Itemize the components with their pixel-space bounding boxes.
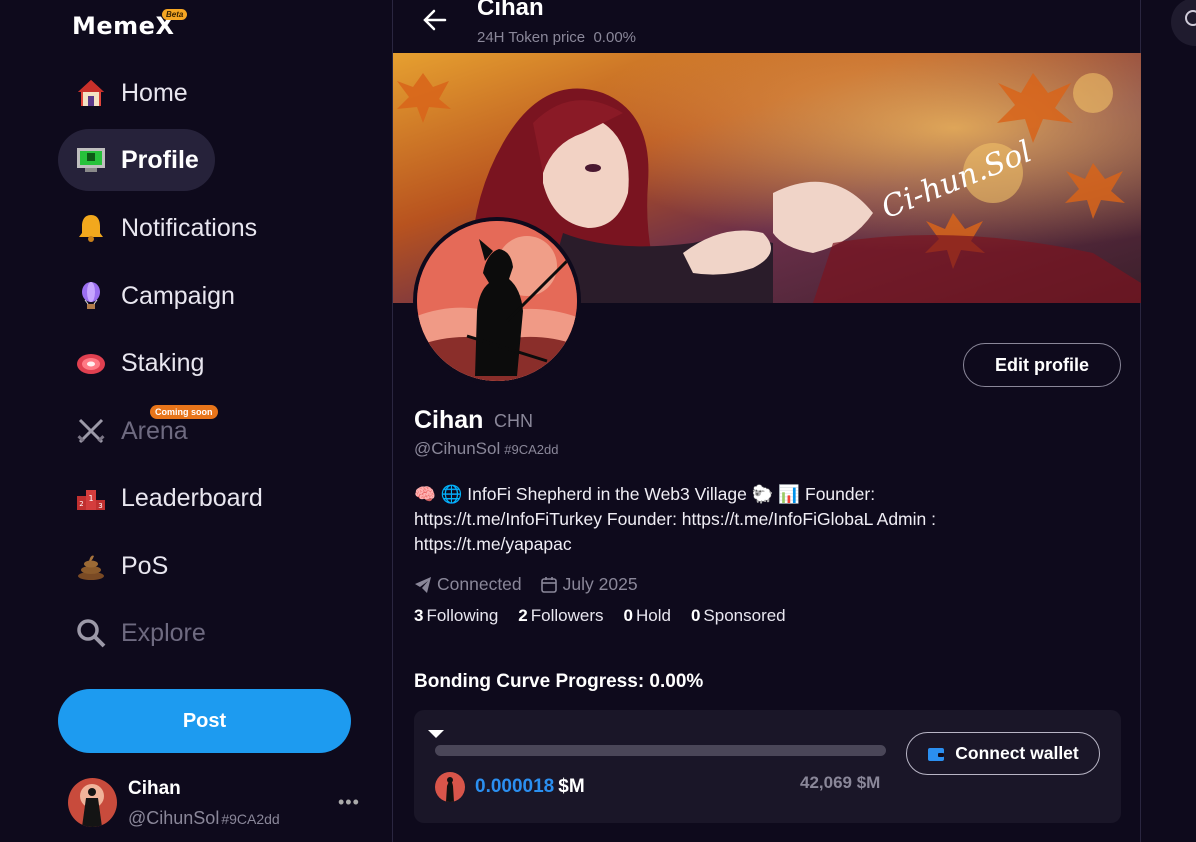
svg-text:2: 2 <box>79 500 83 508</box>
profile-name: Cihan <box>414 406 484 434</box>
sidebar-item-label: Profile <box>121 145 199 174</box>
page-title: Cihan <box>477 0 544 21</box>
sidebar-item-notifications[interactable]: Notifications <box>58 197 273 259</box>
pixel-monitor-icon <box>74 143 108 177</box>
post-button[interactable]: Post <box>58 689 351 753</box>
house-icon <box>74 76 108 110</box>
sidebar-item-pos[interactable]: PoS <box>58 535 184 597</box>
profile-hash: #9CA2dd <box>504 442 559 457</box>
profile-ticker: CHN <box>494 411 533 431</box>
account-switcher[interactable]: Cihan @CihunSol #9CA2dd ••• <box>68 778 368 830</box>
app-root: MemeX Beta Home Profile Notifications Ca… <box>0 0 1196 842</box>
profile-column: Cihan 24H Token price 0.00% Ci-hun.Sol E… <box>392 0 1141 842</box>
svg-text:3: 3 <box>98 502 102 510</box>
following-link[interactable]: 3 Following <box>414 606 498 626</box>
wallet-icon <box>928 747 945 761</box>
bonding-curve-title: Bonding Curve Progress: 0.00% <box>414 671 704 692</box>
calendar-icon <box>540 576 557 593</box>
profile-meta: Connected July 2025 <box>414 574 656 595</box>
more-icon[interactable]: ••• <box>338 792 360 813</box>
profile-stats: 3 Following 2 Followers 0 Hold 0 Sponsored <box>414 606 806 626</box>
telegram-icon <box>415 576 431 593</box>
back-arrow-icon[interactable] <box>421 6 449 34</box>
search-button[interactable] <box>1171 0 1196 46</box>
search-icon <box>1185 10 1196 26</box>
crossed-swords-icon <box>74 414 108 448</box>
podium-icon: 12 3 <box>74 481 108 515</box>
connect-wallet-button[interactable]: Connect wallet <box>906 732 1100 775</box>
svg-text:1: 1 <box>88 494 93 503</box>
account-handle: @CihunSol #9CA2dd <box>128 808 280 828</box>
sidebar-item-label: Leaderboard <box>121 483 263 512</box>
sidebar-item-explore[interactable]: Explore <box>58 602 222 664</box>
sidebar-item-label: Campaign <box>121 281 235 310</box>
sponsored-link[interactable]: 0 Sponsored <box>691 606 786 626</box>
sidebar: MemeX Beta Home Profile Notifications Ca… <box>0 0 392 842</box>
profile-bio: 🧠 🌐 InfoFi Shepherd in the Web3 Village … <box>414 484 936 554</box>
poop-icon <box>74 549 108 583</box>
sidebar-item-profile[interactable]: Profile <box>58 129 215 191</box>
profile-handle: @CihunSol #9CA2dd <box>414 439 559 458</box>
token-price: 24H Token price 0.00% <box>477 29 637 46</box>
caret-down-icon[interactable] <box>428 730 444 738</box>
sidebar-item-label: PoS <box>121 551 169 580</box>
meat-icon <box>74 346 108 380</box>
followers-link[interactable]: 2 Followers <box>518 606 603 626</box>
profile-avatar[interactable] <box>413 217 581 385</box>
join-date: July 2025 <box>540 574 638 595</box>
hold-link[interactable]: 0 Hold <box>624 606 671 626</box>
market-cap-value: 0.000018 $M <box>475 776 585 797</box>
balloon-icon <box>74 279 108 313</box>
sidebar-item-label: Notifications <box>121 213 258 242</box>
sidebar-item-leaderboard[interactable]: 12 3 Leaderboard <box>58 467 279 529</box>
telegram-status[interactable]: Connected <box>414 574 522 595</box>
sidebar-item-campaign[interactable]: Campaign <box>58 265 251 327</box>
bell-icon <box>74 211 108 245</box>
sidebar-item-home[interactable]: Home <box>58 62 204 124</box>
magnifier-icon <box>74 616 108 650</box>
coming-soon-badge: Coming soon <box>150 405 218 419</box>
sidebar-item-label: Arena <box>121 416 188 445</box>
bonding-curve-card: 0.000018 $M 42,069 $M Connect wallet <box>414 710 1121 823</box>
profile-header: Cihan 24H Token price 0.00% <box>393 0 1141 53</box>
sidebar-item-label: Home <box>121 78 188 107</box>
market-cap-target: 42,069 $M <box>800 773 881 792</box>
memex-logo[interactable]: MemeX <box>72 12 174 40</box>
edit-profile-button[interactable]: Edit profile <box>963 343 1121 387</box>
account-hash: #9CA2dd <box>221 811 280 827</box>
beta-badge: Beta <box>162 9 188 20</box>
bonding-progress-bar <box>435 745 886 756</box>
sidebar-item-staking[interactable]: Staking <box>58 332 220 394</box>
token-avatar <box>435 772 465 802</box>
account-name: Cihan <box>128 778 181 799</box>
sidebar-item-label: Staking <box>121 348 205 377</box>
avatar <box>68 778 117 827</box>
sidebar-item-label: Explore <box>121 618 206 647</box>
